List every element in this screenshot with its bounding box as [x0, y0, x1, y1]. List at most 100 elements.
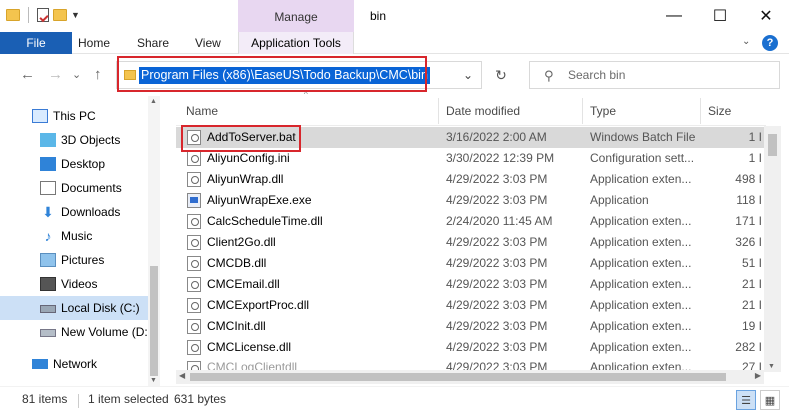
sidebar-item-downloads[interactable]: ⬇ Downloads	[0, 200, 148, 224]
new-folder-icon[interactable]	[53, 9, 67, 21]
sidebar-scrollbar[interactable]: ▲ ▼	[148, 96, 160, 386]
search-icon: ⚲	[544, 68, 554, 83]
column-header-type[interactable]: Type	[590, 104, 616, 118]
tab-manage[interactable]: Manage	[238, 0, 354, 32]
minimize-button[interactable]: —	[651, 0, 697, 32]
tab-home[interactable]: Home	[78, 32, 110, 54]
file-row[interactable]: CMCEmail.dll 4/29/2022 3:03 PM Applicati…	[176, 274, 766, 295]
column-divider[interactable]	[438, 98, 439, 124]
sidebar-item-pictures[interactable]: Pictures	[0, 248, 148, 272]
sidebar-item-3d-objects[interactable]: 3D Objects	[0, 128, 148, 152]
dll-file-icon	[187, 214, 201, 229]
back-button[interactable]: ←	[20, 66, 35, 83]
close-button[interactable]: ✕	[743, 0, 789, 32]
file-date: 4/29/2022 3:03 PM	[446, 298, 548, 312]
file-row[interactable]: CMCExportProc.dll 4/29/2022 3:03 PM Appl…	[176, 295, 766, 316]
search-box[interactable]: ⚲ Search bin	[529, 61, 780, 89]
tab-file[interactable]: File	[0, 32, 72, 54]
scroll-down-arrow-icon[interactable]: ▼	[150, 377, 157, 384]
file-row[interactable]: CMCInit.dll 4/29/2022 3:03 PM Applicatio…	[176, 316, 766, 337]
scroll-left-arrow-icon[interactable]: ◀	[179, 371, 185, 380]
status-bar: 81 items 1 item selected 631 bytes ☰ ▦	[0, 386, 789, 416]
file-row[interactable]: CMCLogClientdll 4/29/2022 3:03 PM Applic…	[176, 358, 766, 370]
tab-share[interactable]: Share	[137, 32, 169, 54]
file-row[interactable]: AliyunWrap.dll 4/29/2022 3:03 PM Applica…	[176, 169, 766, 190]
desktop-icon	[40, 157, 56, 171]
file-size: 118 I	[736, 193, 762, 207]
file-list-vertical-scrollbar[interactable]: ▼	[764, 126, 781, 372]
recent-locations-button[interactable]: ⌄	[72, 68, 81, 81]
file-type: Application exten...	[590, 256, 692, 270]
ribbon-tabs: File Home Share View Application Tools ⌄…	[0, 32, 789, 54]
customize-toolbar-arrow-icon[interactable]: ▼	[71, 10, 80, 20]
vertical-scroll-thumb[interactable]	[768, 134, 777, 156]
file-row[interactable]: CalcScheduleTime.dll 2/24/2020 11:45 AM …	[176, 211, 766, 232]
sidebar-item-label: Desktop	[61, 157, 106, 171]
file-size: 171 I	[735, 214, 762, 228]
sidebar-item-label: Videos	[61, 277, 98, 291]
expand-ribbon-chevron-icon[interactable]: ⌄	[742, 36, 750, 47]
sidebar-item-videos[interactable]: Videos	[0, 272, 148, 296]
column-header-date[interactable]: Date modified	[446, 104, 520, 118]
horizontal-scroll-thumb[interactable]	[190, 373, 726, 381]
file-row[interactable]: CMCLicense.dll 4/29/2022 3:03 PM Applica…	[176, 337, 766, 358]
file-name: CMCLicense.dll	[207, 340, 292, 354]
address-dropdown-icon[interactable]: ⌄	[463, 68, 473, 82]
file-date: 4/29/2022 3:03 PM	[446, 256, 548, 270]
sidebar-item-network[interactable]: Network	[0, 352, 148, 376]
properties-icon[interactable]	[37, 8, 49, 22]
scroll-up-arrow-icon[interactable]: ▲	[150, 98, 157, 105]
sidebar-item-music[interactable]: ♪ Music	[0, 224, 148, 248]
scroll-down-arrow-icon[interactable]: ▼	[768, 363, 775, 370]
file-size: 19 I	[741, 319, 762, 333]
refresh-button[interactable]: ↻	[488, 61, 514, 89]
sidebar-item-label: Pictures	[61, 253, 105, 267]
window-title: bin	[370, 9, 387, 23]
up-button[interactable]: ↑	[94, 66, 102, 83]
file-date: 4/29/2022 3:03 PM	[446, 235, 548, 249]
scroll-right-arrow-icon[interactable]: ▶	[755, 371, 761, 380]
file-size: 51 I	[741, 256, 762, 270]
column-divider[interactable]	[700, 98, 701, 124]
toolbar-divider	[28, 7, 29, 23]
sidebar-item-local-disk-c[interactable]: Local Disk (C:)	[0, 296, 148, 320]
tab-application-tools[interactable]: Application Tools	[238, 32, 354, 54]
file-name: CMCLogClientdll	[207, 360, 298, 370]
file-type: Application exten...	[590, 319, 692, 333]
file-row[interactable]: Client2Go.dll 4/29/2022 3:03 PM Applicat…	[176, 232, 766, 253]
status-divider	[78, 394, 79, 408]
file-type: Application exten...	[590, 340, 692, 354]
large-icons-view-button[interactable]: ▦	[760, 390, 780, 410]
file-date: 4/29/2022 3:03 PM	[446, 319, 548, 333]
search-placeholder[interactable]: Search bin	[568, 68, 625, 82]
help-icon[interactable]: ?	[762, 35, 778, 51]
sidebar-item-this-pc[interactable]: This PC	[0, 104, 148, 128]
file-date: 4/29/2022 3:03 PM	[446, 193, 548, 207]
column-header-size[interactable]: Size	[708, 104, 731, 118]
file-type: Application exten...	[590, 360, 692, 370]
sidebar-item-new-volume-d[interactable]: New Volume (D:	[0, 320, 148, 344]
forward-button[interactable]: →	[48, 66, 63, 83]
file-date: 4/29/2022 3:03 PM	[446, 172, 548, 186]
file-row[interactable]: AliyunWrapExe.exe 4/29/2022 3:03 PM Appl…	[176, 190, 766, 211]
sidebar-item-desktop[interactable]: Desktop	[0, 152, 148, 176]
sidebar-item-documents[interactable]: Documents	[0, 176, 148, 200]
file-date: 4/29/2022 3:03 PM	[446, 340, 548, 354]
column-divider[interactable]	[582, 98, 583, 124]
file-name: AliyunWrap.dll	[207, 172, 284, 186]
details-view-button[interactable]: ☰	[736, 390, 756, 410]
maximize-button[interactable]: ☐	[697, 0, 743, 32]
file-row[interactable]: CMCDB.dll 4/29/2022 3:03 PM Application …	[176, 253, 766, 274]
file-list-horizontal-scrollbar[interactable]: ◀ ▶	[176, 370, 764, 384]
window-controls: — ☐ ✕	[651, 0, 789, 32]
column-header-name[interactable]: Name	[186, 104, 218, 118]
file-size: 326 I	[735, 235, 762, 249]
file-size: 1 I	[748, 151, 762, 165]
file-size: 282 I	[735, 340, 762, 354]
sidebar-scroll-thumb[interactable]	[150, 266, 158, 376]
sidebar-item-label: Local Disk (C:)	[61, 301, 140, 315]
tab-view[interactable]: View	[195, 32, 221, 54]
sidebar-item-label: Documents	[61, 181, 122, 195]
file-date: 2/24/2020 11:45 AM	[446, 214, 553, 228]
file-name: CalcScheduleTime.dll	[207, 214, 323, 228]
